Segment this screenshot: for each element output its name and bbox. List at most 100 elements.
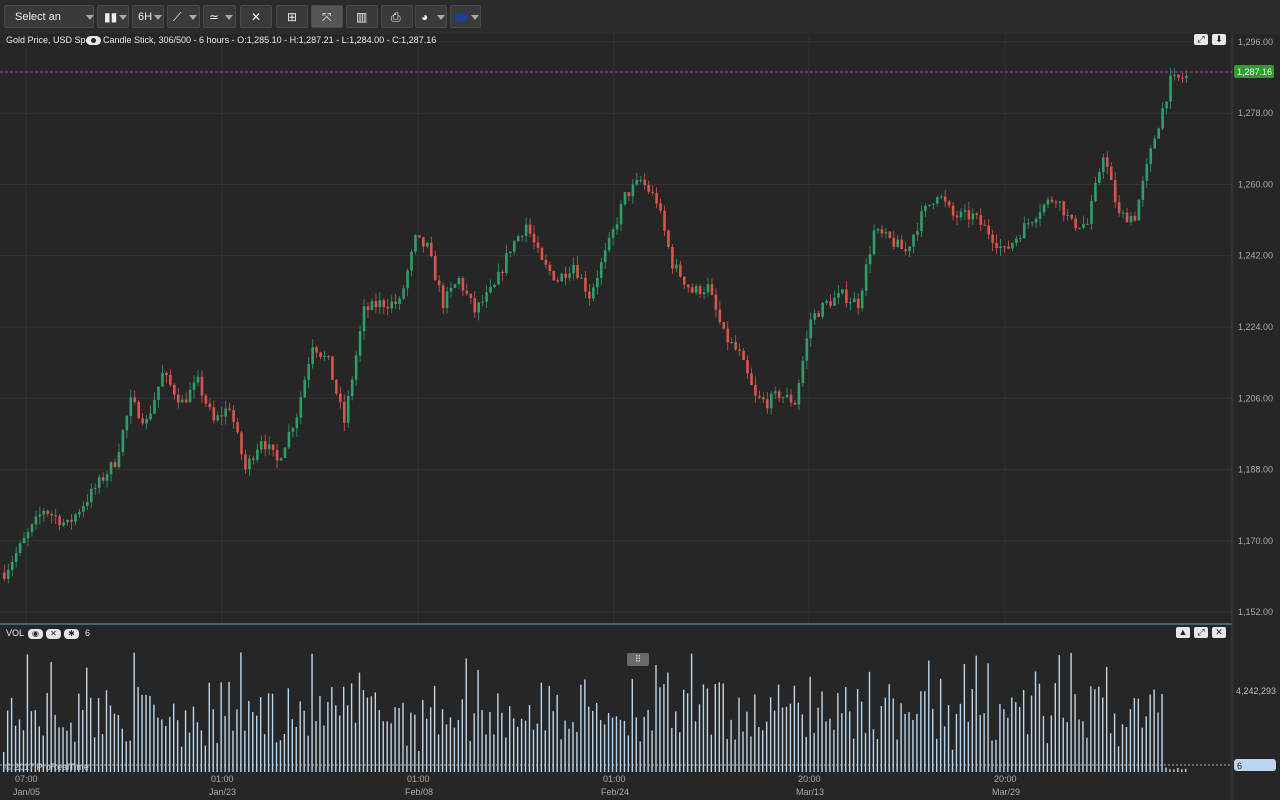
candle-body — [675, 264, 678, 269]
bar-chart-button[interactable]: ▥ — [346, 5, 378, 28]
candle-body — [651, 191, 654, 193]
volume-bar — [801, 714, 803, 772]
close-icon[interactable]: ✕ — [1212, 627, 1226, 638]
panel-resize-handle[interactable]: ⠿ — [627, 653, 649, 666]
select-option-dropdown[interactable]: Select an option — [4, 5, 94, 46]
volume-bar — [145, 694, 147, 772]
candle-body — [746, 359, 749, 374]
volume-bar — [1173, 769, 1175, 772]
candle-body — [1165, 101, 1168, 109]
volume-bar — [1129, 709, 1132, 772]
volume-bar — [520, 718, 523, 772]
fullscreen-button[interactable]: ⤧ — [311, 5, 343, 28]
chevron-down-icon — [154, 15, 162, 20]
volume-bar — [493, 734, 495, 772]
candle-body — [841, 289, 844, 294]
candle-body — [837, 293, 840, 298]
candle-body — [908, 246, 911, 252]
expand-icon[interactable]: ⤢ — [1194, 627, 1208, 638]
candle-body — [1042, 204, 1046, 213]
candle-body — [228, 408, 231, 411]
candle-body — [62, 522, 65, 526]
date-tick-label: Mar/13 — [796, 787, 824, 797]
close-icon[interactable]: ✕ — [46, 629, 61, 639]
print-icon: ⎙ — [391, 10, 401, 24]
volume-bar — [477, 669, 479, 772]
time-tick-label: 01:00 — [603, 774, 626, 784]
language-button[interactable] — [450, 5, 481, 28]
volume-bar — [932, 708, 934, 772]
volume-bar — [880, 706, 883, 772]
price-tick-label: 1,224.00 — [1238, 322, 1273, 332]
candle-body — [560, 273, 564, 282]
chart-type-button[interactable]: ▮▮ — [97, 5, 129, 28]
volume-bar — [157, 717, 159, 772]
volume-bar — [433, 685, 436, 772]
volume-bar — [599, 720, 602, 772]
candle-body — [552, 271, 556, 281]
volume-bar — [659, 687, 661, 772]
volume-bar — [426, 718, 428, 772]
chevron-down-icon — [471, 15, 479, 20]
layout-button[interactable]: ⊞ — [276, 5, 308, 28]
candle-body — [505, 253, 508, 273]
volume-bar — [615, 716, 618, 772]
volume-bar — [366, 697, 369, 772]
volume-bar — [481, 710, 483, 772]
candle-body — [113, 462, 117, 468]
candle-body — [382, 300, 386, 307]
candle-body — [244, 454, 247, 470]
price-tick-label: 1,278.00 — [1238, 108, 1273, 118]
volume-bar — [1109, 733, 1112, 772]
candle-body — [1102, 157, 1105, 173]
volume-bar — [710, 734, 713, 772]
print-button[interactable]: ⎙ — [381, 5, 413, 28]
volume-bar — [1157, 712, 1159, 772]
volume-bar — [137, 687, 139, 772]
volume-bar — [418, 751, 420, 772]
volume-bar — [987, 663, 989, 772]
volume-bar — [1042, 716, 1045, 772]
candle-body — [354, 355, 358, 380]
theme-button[interactable]: ◕ — [415, 5, 447, 28]
volume-bar — [378, 710, 380, 772]
volume-bar — [1137, 698, 1140, 772]
candle-body — [1177, 74, 1180, 78]
candle-body — [117, 452, 121, 468]
indicators-button[interactable]: ≃ — [203, 5, 236, 28]
candle-body — [291, 428, 295, 432]
candle-body — [856, 298, 860, 309]
crosshair-button[interactable]: ✕ — [240, 5, 272, 28]
volume-bar — [773, 710, 776, 772]
candle-body — [671, 246, 674, 269]
candle-body — [947, 201, 951, 206]
volume-bar — [928, 660, 930, 772]
expand-icon[interactable]: ⤢ — [1194, 34, 1208, 45]
gear-icon[interactable]: ✱ — [64, 629, 79, 639]
volume-bar — [149, 695, 151, 772]
volume-bar — [991, 740, 993, 772]
eye-icon[interactable] — [86, 36, 101, 45]
candle-body — [287, 431, 291, 448]
volume-bar — [860, 701, 863, 772]
grid — [0, 34, 1232, 624]
candle-body — [679, 264, 682, 277]
volume-bar — [939, 678, 942, 772]
volume-bar — [1177, 768, 1179, 772]
volume-eye-icon[interactable]: ◉ — [28, 629, 43, 639]
price-chart[interactable]: 1,296.00 1,278.00 1,260.00 1,242.00 1,224.00… — [0, 34, 1280, 800]
interval-button[interactable]: 6H — [132, 5, 164, 28]
candle-body — [1173, 74, 1176, 76]
candle-body — [868, 254, 872, 265]
candle-body — [1098, 172, 1101, 183]
volume-bar — [1019, 706, 1021, 772]
volume-bar — [746, 711, 748, 772]
arrow-up-icon[interactable]: ▲ — [1176, 627, 1190, 638]
volume-bar — [892, 698, 894, 772]
drawing-tools-button[interactable]: ⟋ — [167, 5, 200, 28]
download-icon[interactable]: ⬇ — [1212, 34, 1226, 45]
volume-bar — [267, 693, 270, 772]
candle-body — [469, 293, 473, 299]
volume-bar — [730, 719, 732, 772]
volume-bar — [856, 688, 859, 772]
